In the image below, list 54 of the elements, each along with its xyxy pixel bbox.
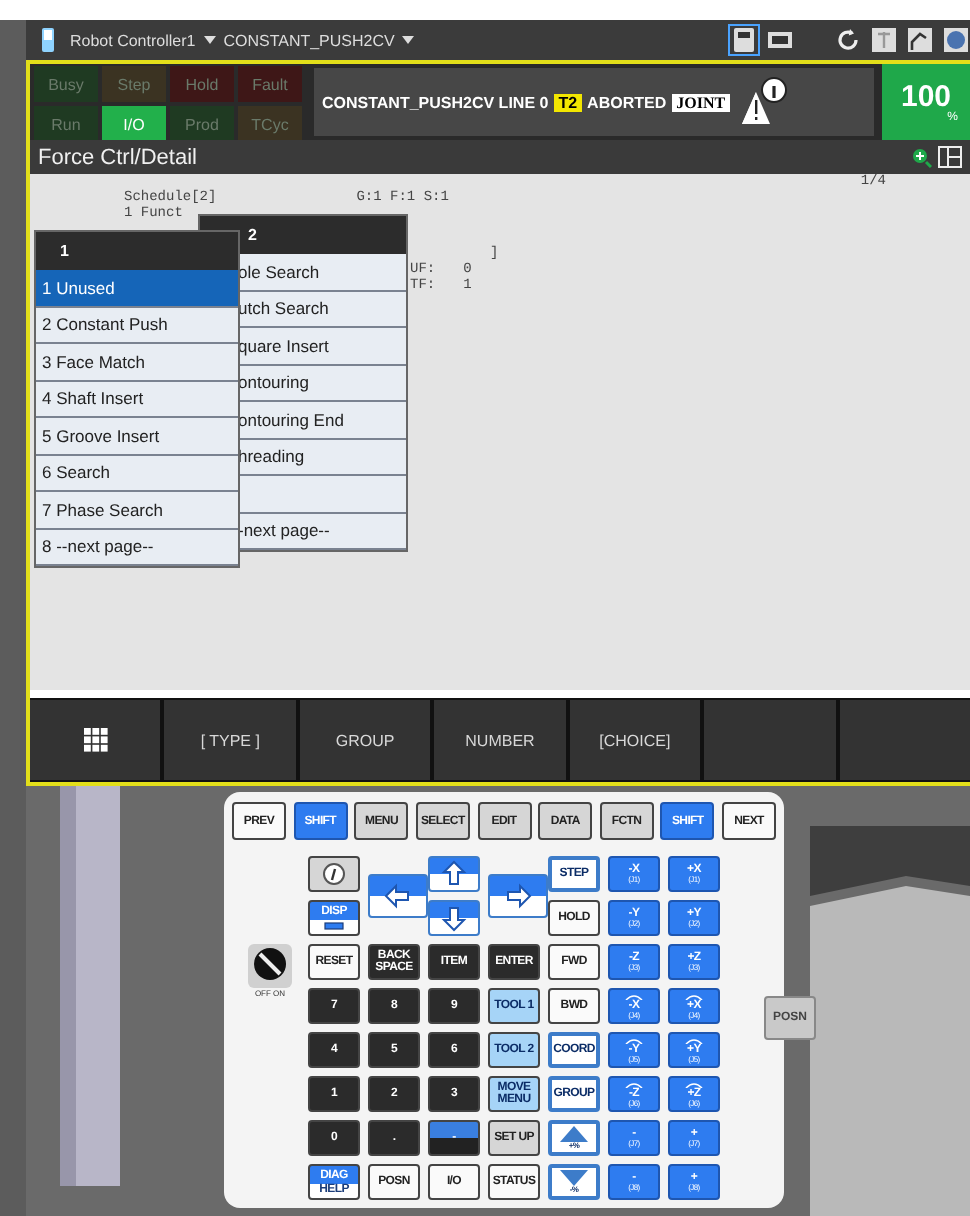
function-key[interactable]: [ TYPE ] (164, 700, 296, 780)
menu-item[interactable]: 4 Shaft Insert (36, 381, 238, 418)
menu-item[interactable]: 6 Search (36, 455, 238, 492)
menu-header: 1 (36, 232, 238, 270)
robot-arm-icon[interactable] (906, 26, 934, 54)
screen-title: Force Ctrl/Detail (38, 145, 199, 169)
function-key[interactable]: NUMBER (434, 700, 566, 780)
function-key[interactable]: GROUP (299, 700, 431, 780)
grid-icon (83, 728, 108, 752)
menu-item[interactable]: 1 Unused (36, 270, 238, 307)
status-lamp: Prod (170, 106, 234, 142)
dropdown-caret-icon[interactable] (203, 36, 216, 44)
function-key[interactable]: [CHOICE] (569, 700, 701, 780)
arrow-key[interactable] (428, 856, 480, 892)
override-value: 100 (900, 81, 952, 111)
arrow-key[interactable] (428, 900, 480, 936)
triangle-icon (558, 1126, 590, 1142)
arrow-icon (438, 860, 470, 888)
dropdown-caret-icon[interactable] (402, 36, 415, 44)
status-lamp: Fault (238, 66, 302, 102)
menu-item[interactable]: 7 Phase Search (36, 492, 238, 529)
status-lamp: Step (102, 66, 166, 102)
status-lamp: Hold (170, 66, 234, 102)
mode-badge: T2 (554, 93, 582, 111)
key-switch-icon[interactable] (248, 944, 292, 988)
menu-item[interactable]: 2 Constant Push (36, 307, 238, 344)
controller-name[interactable]: Robot Controller1 (70, 31, 196, 49)
menu-item[interactable]: 3 Face Match (36, 344, 238, 381)
arrow-key[interactable] (488, 874, 548, 918)
window-icon[interactable] (766, 26, 794, 54)
program-status: CONSTANT_PUSH2CV LINE 0 (322, 93, 549, 111)
arrow-icon (382, 882, 414, 910)
arrow-key[interactable] (368, 874, 428, 918)
program-name[interactable]: CONSTANT_PUSH2CV (223, 31, 395, 49)
status-lamp: TCyc (238, 106, 302, 142)
window-icon (324, 922, 344, 930)
run-state: ABORTED (587, 93, 667, 111)
menu-grid-key[interactable] (30, 700, 161, 780)
info-icon (322, 862, 346, 886)
info-key[interactable] (308, 856, 360, 892)
status-lamp: Run (34, 106, 98, 142)
zoom-in-icon[interactable] (910, 146, 932, 168)
split-view-icon[interactable] (938, 146, 962, 168)
coord-badge: JOINT (672, 93, 730, 111)
menu-item[interactable]: 5 Groove Insert (36, 418, 238, 455)
menu-item[interactable]: 8 --next page-- (36, 529, 238, 566)
arrow-icon (502, 882, 534, 910)
status-lamp: Busy (34, 66, 98, 102)
triangle-icon (558, 1170, 590, 1186)
refresh-icon[interactable] (834, 26, 862, 54)
pendant-view-icon[interactable] (730, 26, 758, 54)
arrow-icon (438, 904, 470, 932)
status-lamp: I/O (102, 106, 166, 142)
tool-icon[interactable] (870, 26, 898, 54)
